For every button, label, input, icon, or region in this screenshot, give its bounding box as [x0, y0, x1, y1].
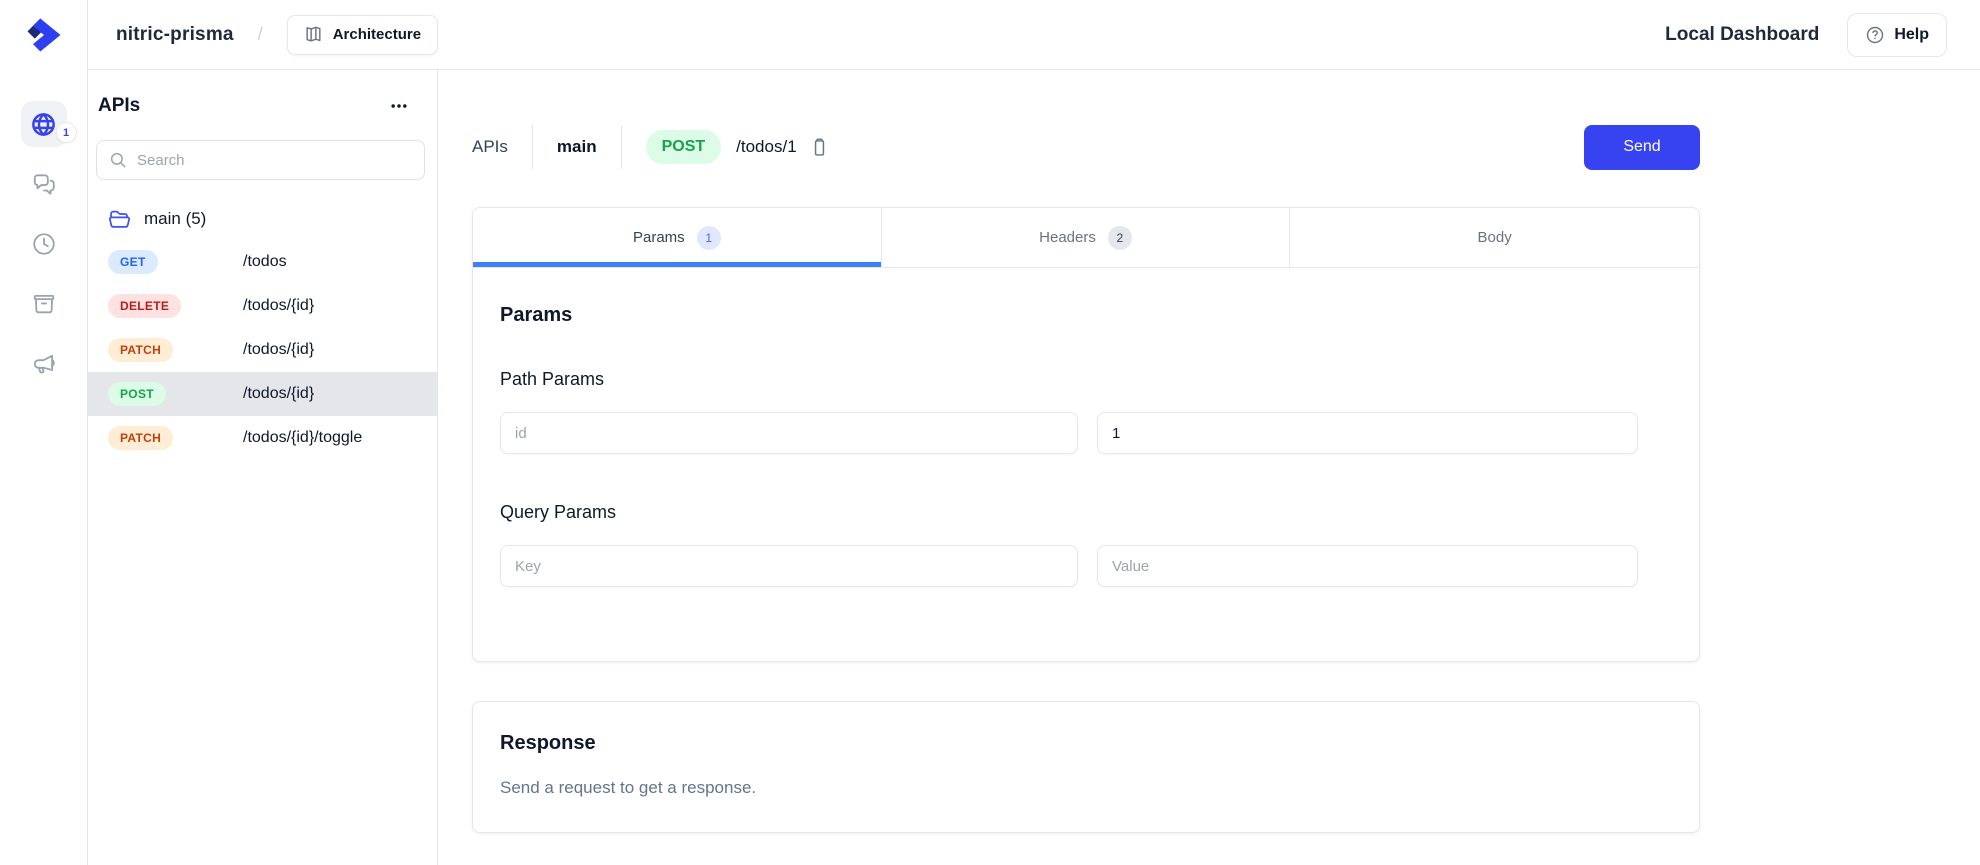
- api-group-label: main (5): [144, 209, 206, 229]
- breadcrumb-separator: /: [258, 24, 263, 45]
- breadcrumb-divider: [532, 125, 533, 169]
- route-path: /todos/{id}: [243, 341, 314, 359]
- route-list: GET /todos DELETE /todos/{id} PATCH /tod…: [88, 240, 437, 460]
- method-badge: POST: [108, 382, 166, 406]
- apis-sidebar: APIs: [88, 70, 438, 865]
- tab-count-badge: 2: [1108, 226, 1132, 250]
- request-path: /todos/1: [736, 137, 797, 157]
- method-badge: PATCH: [108, 338, 173, 362]
- response-card: Response Send a request to get a respons…: [472, 701, 1700, 833]
- clipboard-icon: [809, 137, 830, 158]
- top-bar: nitric-prisma / Architecture Local Dashb…: [88, 0, 1980, 70]
- tab-label: Headers: [1039, 229, 1096, 246]
- request-tabs: Params 1 Headers 2 Body: [473, 208, 1699, 268]
- route-item[interactable]: GET /todos: [88, 240, 437, 284]
- route-path: /todos/{id}: [243, 385, 314, 403]
- topbar-right: Local Dashboard Help: [1665, 13, 1947, 57]
- route-item[interactable]: DELETE /todos/{id}: [88, 284, 437, 328]
- dashboard-title: Local Dashboard: [1665, 24, 1819, 46]
- rail-storage-button[interactable]: [21, 281, 67, 327]
- ellipsis-icon: [389, 96, 409, 116]
- response-title: Response: [500, 732, 1672, 755]
- tab-body[interactable]: Body: [1290, 208, 1699, 267]
- clock-icon: [31, 231, 57, 257]
- nitric-logo-icon: [20, 11, 68, 59]
- route-path: /todos/{id}: [243, 297, 314, 315]
- rail-topics-button[interactable]: [21, 341, 67, 387]
- search-icon: [109, 151, 127, 169]
- architecture-button-label: Architecture: [333, 26, 421, 43]
- rail-apis-button[interactable]: 1: [21, 101, 67, 147]
- tab-label: Params: [633, 229, 685, 246]
- sidebar-menu-button[interactable]: [385, 92, 413, 120]
- map-icon: [304, 25, 323, 44]
- rail-schedules-button[interactable]: [21, 221, 67, 267]
- breadcrumb-apis: APIs: [472, 137, 508, 157]
- send-button[interactable]: Send: [1584, 125, 1700, 170]
- path-param-row: [500, 412, 1672, 454]
- route-item[interactable]: PATCH /todos/{id}/toggle: [88, 416, 437, 460]
- help-button-label: Help: [1894, 26, 1929, 44]
- query-param-value-input[interactable]: [1097, 545, 1638, 587]
- icon-rail: 1: [0, 0, 88, 865]
- request-card: Params 1 Headers 2 Body Params Path Para…: [472, 207, 1700, 662]
- megaphone-icon: [31, 351, 57, 377]
- project-name: nitric-prisma: [116, 24, 234, 46]
- params-panel: Params Path Params Query Params: [473, 268, 1699, 661]
- rail-nav: 1: [21, 101, 67, 387]
- method-badge: GET: [108, 250, 158, 274]
- folder-icon: [108, 208, 131, 231]
- tab-params[interactable]: Params 1: [473, 208, 882, 267]
- query-param-key-input[interactable]: [500, 545, 1078, 587]
- breadcrumb-divider: [621, 125, 622, 169]
- method-badge: DELETE: [108, 294, 181, 318]
- main-content: APIs main POST /todos/1 Send: [438, 70, 1980, 865]
- tab-headers[interactable]: Headers 2: [882, 208, 1291, 267]
- nitric-local-dashboard: 1: [0, 0, 1980, 865]
- globe-icon: [30, 111, 57, 138]
- chat-bubbles-icon: [31, 171, 57, 197]
- path-param-value-input[interactable]: [1097, 412, 1638, 454]
- tab-label: Body: [1478, 229, 1512, 246]
- architecture-button[interactable]: Architecture: [287, 15, 438, 55]
- query-param-row: [500, 545, 1672, 587]
- sidebar-search: [96, 140, 425, 180]
- copy-path-button[interactable]: [807, 135, 832, 160]
- path-params-title: Path Params: [500, 369, 1672, 390]
- help-button[interactable]: Help: [1847, 13, 1947, 57]
- archive-box-icon: [31, 291, 57, 317]
- request-method-badge: POST: [646, 130, 722, 164]
- query-params-title: Query Params: [500, 502, 1672, 523]
- route-path: /todos/{id}/toggle: [243, 429, 362, 447]
- tab-count-badge: 1: [697, 226, 721, 250]
- sidebar-header: APIs: [88, 92, 437, 120]
- api-group-folder[interactable]: main (5): [88, 200, 437, 238]
- search-input[interactable]: [137, 152, 412, 169]
- request-breadcrumb-bar: APIs main POST /todos/1 Send: [472, 124, 1700, 170]
- path-param-key-input[interactable]: [500, 412, 1078, 454]
- route-path: /todos: [243, 253, 287, 271]
- rail-websockets-button[interactable]: [21, 161, 67, 207]
- route-item-selected[interactable]: POST /todos/{id}: [88, 372, 437, 416]
- apis-count-badge: 1: [56, 122, 77, 143]
- sidebar-title: APIs: [98, 95, 140, 117]
- breadcrumb-api-name: main: [557, 137, 597, 157]
- method-badge: PATCH: [108, 426, 173, 450]
- question-mark-icon: [1865, 25, 1885, 45]
- response-empty-message: Send a request to get a response.: [500, 778, 1672, 798]
- params-title: Params: [500, 304, 1672, 327]
- route-item[interactable]: PATCH /todos/{id}: [88, 328, 437, 372]
